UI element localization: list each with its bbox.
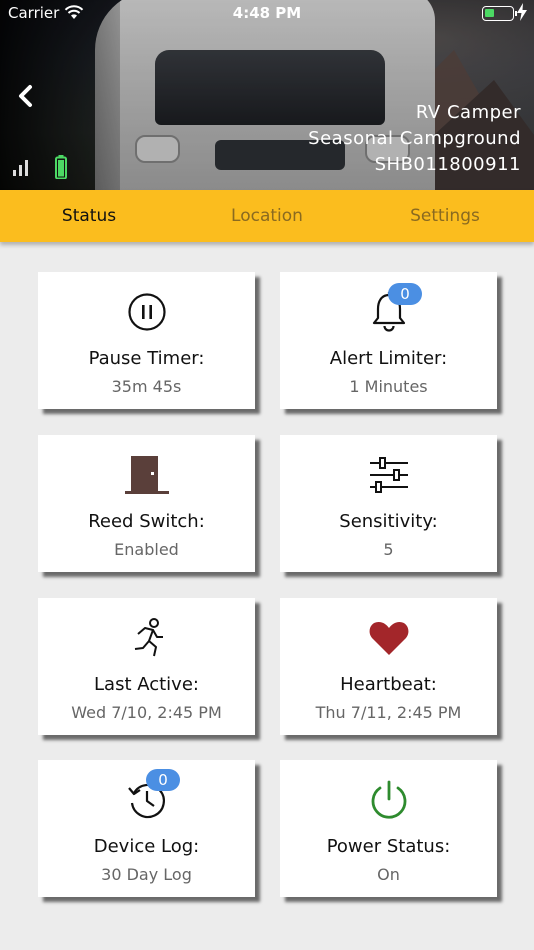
pause-timer-card[interactable]: Pause Timer: 35m 45s xyxy=(38,272,255,409)
card-title: Alert Limiter: xyxy=(329,348,448,369)
pause-circle-icon xyxy=(127,293,166,331)
device-location: Seasonal Campground xyxy=(308,128,521,149)
charging-bolt-icon xyxy=(517,3,527,21)
card-title: Last Active: xyxy=(94,674,199,695)
clock: 4:48 PM xyxy=(232,4,302,22)
phone-battery-icon xyxy=(482,6,517,21)
alert-count-badge: 0 xyxy=(388,283,422,305)
card-value: 1 Minutes xyxy=(349,377,428,396)
card-title: Device Log: xyxy=(93,836,200,857)
card-value: 35m 45s xyxy=(111,377,182,396)
card-value: Enabled xyxy=(114,540,179,559)
power-status-card[interactable]: Power Status: On xyxy=(280,760,497,897)
card-value: 30 Day Log xyxy=(101,865,192,884)
card-value: On xyxy=(377,865,400,884)
card-value: Thu 7/11, 2:45 PM xyxy=(315,703,462,722)
tab-location[interactable]: Location xyxy=(178,190,356,242)
card-value: 5 xyxy=(383,540,394,559)
alert-limiter-card[interactable]: 0 Alert Limiter: 1 Minutes xyxy=(280,272,497,409)
log-count-badge: 0 xyxy=(146,769,180,791)
device-name: RV Camper xyxy=(415,102,521,123)
reed-switch-card[interactable]: Reed Switch: Enabled xyxy=(38,435,255,572)
device-battery-icon xyxy=(55,155,67,179)
running-person-icon xyxy=(134,618,163,657)
last-active-card[interactable]: Last Active: Wed 7/10, 2:45 PM xyxy=(38,598,255,735)
card-title: Power Status: xyxy=(326,836,451,857)
device-info: RV Camper Seasonal Campground SHB0118009… xyxy=(308,100,521,178)
status-bar: Carrier 4:48 PM xyxy=(0,0,534,28)
sliders-icon xyxy=(369,457,408,493)
heart-icon xyxy=(369,622,408,655)
device-serial: SHB011800911 xyxy=(374,154,521,175)
power-icon xyxy=(371,780,406,819)
heartbeat-card[interactable]: Heartbeat: Thu 7/11, 2:45 PM xyxy=(280,598,497,735)
signal-bars-icon xyxy=(13,160,28,176)
card-value: Wed 7/10, 2:45 PM xyxy=(71,703,222,722)
tab-settings[interactable]: Settings xyxy=(356,190,534,242)
card-title: Heartbeat: xyxy=(340,674,437,695)
tab-status[interactable]: Status xyxy=(0,190,178,242)
sensitivity-card[interactable]: Sensitivity: 5 xyxy=(280,435,497,572)
device-log-card[interactable]: 0 Device Log: 30 Day Log xyxy=(38,760,255,897)
card-title: Reed Switch: xyxy=(88,511,205,532)
card-title: Pause Timer: xyxy=(88,348,205,369)
card-title: Sensitivity: xyxy=(339,511,438,532)
back-chevron-icon[interactable] xyxy=(14,84,38,108)
door-icon xyxy=(124,456,169,494)
tab-bar: Status Location Settings xyxy=(0,190,534,242)
